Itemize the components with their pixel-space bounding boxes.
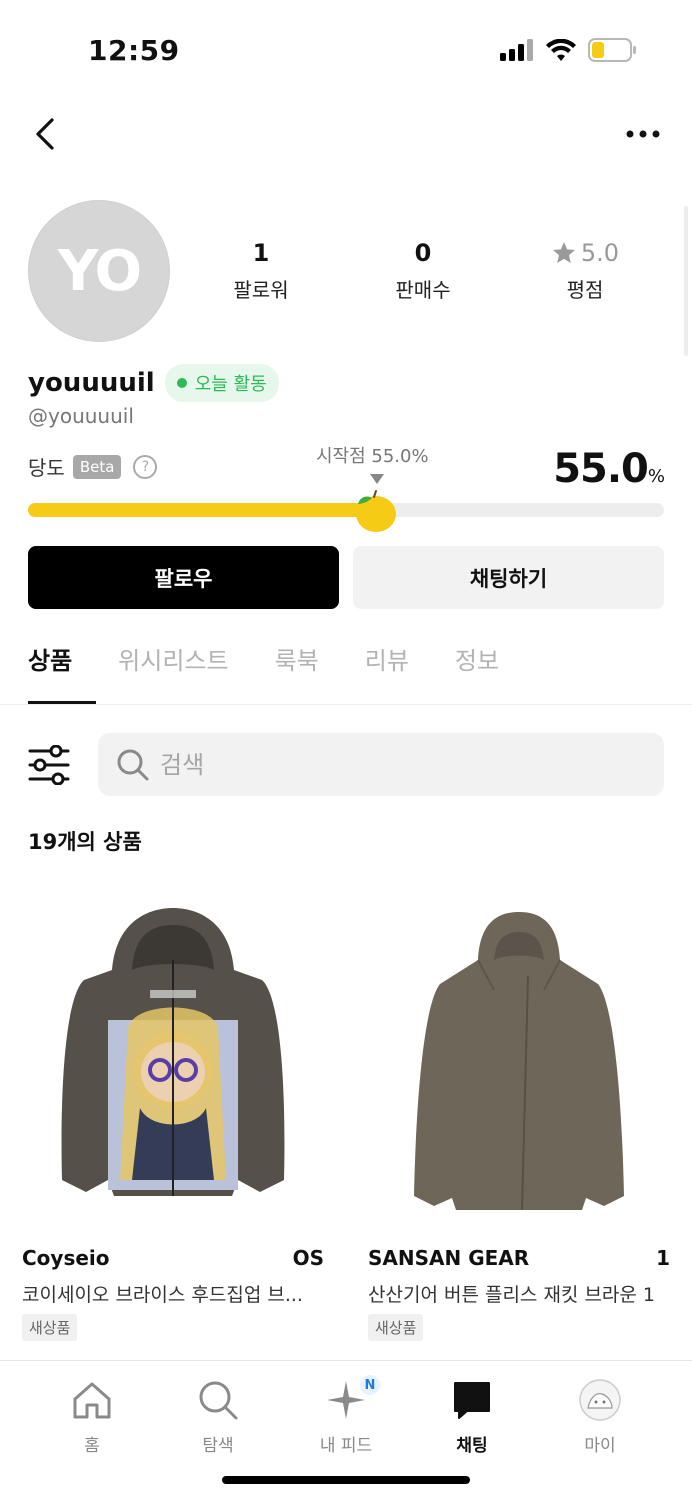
home-indicator	[222, 1476, 470, 1484]
avatar: YO	[28, 200, 170, 342]
follow-button[interactable]: 팔로우	[28, 546, 339, 609]
heart-icon[interactable]	[636, 1174, 670, 1206]
action-buttons: 팔로우 채팅하기	[28, 546, 664, 609]
filter-button[interactable]	[28, 744, 72, 786]
new-badge: N	[360, 1375, 380, 1395]
scroll-indicator	[684, 206, 688, 356]
chat-icon	[454, 1382, 490, 1419]
product-count-suffix: 개의 상품	[57, 830, 142, 854]
tab-products[interactable]: 상품	[28, 640, 97, 704]
followers-stat[interactable]: 1 팔로워	[180, 236, 342, 303]
rating-label: 평점	[566, 278, 604, 302]
status-time: 12:59	[88, 34, 180, 67]
profile-tabs: 상품 위시리스트 룩북 리뷰 정보	[28, 640, 545, 704]
tabbar-chat[interactable]: 채팅	[422, 1375, 522, 1456]
avatar-initials: YO	[57, 238, 142, 304]
tab-reviews[interactable]: 리뷰	[365, 640, 409, 704]
search-icon	[117, 749, 149, 780]
product-card[interactable]: Coyseio OS 코이세이오 브라이스 후드집업 브... 새상품	[0, 880, 346, 1341]
username-row: youuuuil 오늘 활동	[28, 364, 279, 402]
product-brand: SANSAN GEAR	[368, 1246, 530, 1270]
tabbar-explore[interactable]: 탐색	[168, 1375, 268, 1456]
wifi-icon	[546, 39, 576, 61]
help-icon[interactable]: ?	[133, 454, 158, 479]
product-condition-tag: 새상품	[22, 1314, 78, 1341]
chevron-left-icon	[36, 118, 54, 150]
star-icon	[552, 241, 575, 263]
product-size: 1	[656, 1246, 670, 1270]
battery-icon	[588, 38, 636, 62]
heart-icon[interactable]	[290, 1174, 324, 1206]
status-bar: 12:59	[0, 0, 692, 100]
product-title: 코이세이오 브라이스 후드집업 브...	[22, 1284, 303, 1306]
tab-lookbook[interactable]: 룩북	[275, 640, 319, 704]
followers-count: 1	[252, 239, 270, 267]
tabbar-feed-label: 내 피드	[319, 1436, 373, 1456]
sweetness-unit: %	[647, 466, 665, 487]
sweetness-header: 당도 Beta ?	[28, 452, 158, 481]
user-handle: @youuuuil	[28, 404, 134, 428]
product-condition-tag: 새상품	[368, 1314, 424, 1341]
product-image[interactable]	[346, 880, 692, 1225]
tabbar-home-label: 홈	[84, 1436, 100, 1456]
more-icon	[626, 130, 660, 138]
sweetness-bar-fill	[28, 503, 378, 517]
back-button[interactable]	[28, 112, 68, 156]
product-count-number: 19	[28, 830, 58, 854]
tabbar-my[interactable]: 마이	[550, 1375, 650, 1456]
followers-label: 팔로워	[233, 278, 289, 302]
tabbar-home[interactable]: 홈	[42, 1375, 142, 1456]
active-dot-icon	[176, 378, 187, 388]
tabbar-chat-label: 채팅	[456, 1436, 488, 1456]
product-card[interactable]: SANSAN GEAR 1 산산기어 버튼 플리스 재킷 브라운 1 새상품	[346, 880, 692, 1341]
active-badge-label: 오늘 활동	[194, 374, 267, 395]
search-bar[interactable]	[98, 733, 664, 796]
search-icon	[199, 1381, 238, 1420]
sales-label: 판매수	[395, 278, 451, 302]
tabbar-feed[interactable]: N 내 피드	[296, 1375, 396, 1456]
rating-number: 5.0	[580, 239, 620, 267]
profile-icon	[579, 1379, 621, 1421]
active-today-badge: 오늘 활동	[164, 364, 279, 402]
status-icons	[500, 38, 636, 62]
more-options-button[interactable]	[624, 116, 664, 152]
lemon-icon	[356, 490, 396, 532]
beta-badge: Beta	[72, 454, 122, 479]
product-title: 산산기어 버튼 플리스 재킷 브라운 1	[368, 1284, 656, 1306]
search-input[interactable]	[160, 750, 620, 779]
profile-stats: 1 팔로워 0 판매수 5.0 평점	[180, 236, 666, 303]
sweetness-label: 당도	[28, 456, 65, 480]
product-grid: Coyseio OS 코이세이오 브라이스 후드집업 브... 새상품 SANS…	[0, 880, 692, 1341]
tab-wishlist[interactable]: 위시리스트	[118, 640, 228, 704]
sweetness-percent: 55.0%	[553, 446, 665, 492]
tabs-divider	[0, 704, 692, 705]
rating-value: 5.0	[504, 236, 666, 270]
tabbar-explore-label: 탐색	[202, 1436, 234, 1456]
product-size: OS	[292, 1246, 324, 1270]
sweetness-bar	[28, 503, 664, 517]
sales-stat: 0 판매수	[342, 236, 504, 303]
product-brand: Coyseio	[22, 1246, 110, 1270]
sales-count: 0	[414, 239, 432, 267]
product-image[interactable]	[0, 880, 346, 1225]
product-count: 19개의 상품	[28, 826, 142, 856]
signal-icon	[500, 39, 533, 61]
tabbar-my-label: 마이	[584, 1436, 616, 1456]
filter-icon	[28, 744, 70, 786]
home-icon	[73, 1382, 111, 1419]
chat-button[interactable]: 채팅하기	[353, 546, 664, 609]
start-point-label: 시작점 55.0%	[316, 446, 429, 467]
rating-stat[interactable]: 5.0 평점	[504, 236, 666, 303]
start-point-marker	[370, 474, 384, 484]
top-nav	[0, 110, 692, 160]
tab-info[interactable]: 정보	[455, 640, 499, 704]
username: youuuuil	[28, 368, 155, 398]
sweetness-value: 55.0	[553, 446, 649, 492]
